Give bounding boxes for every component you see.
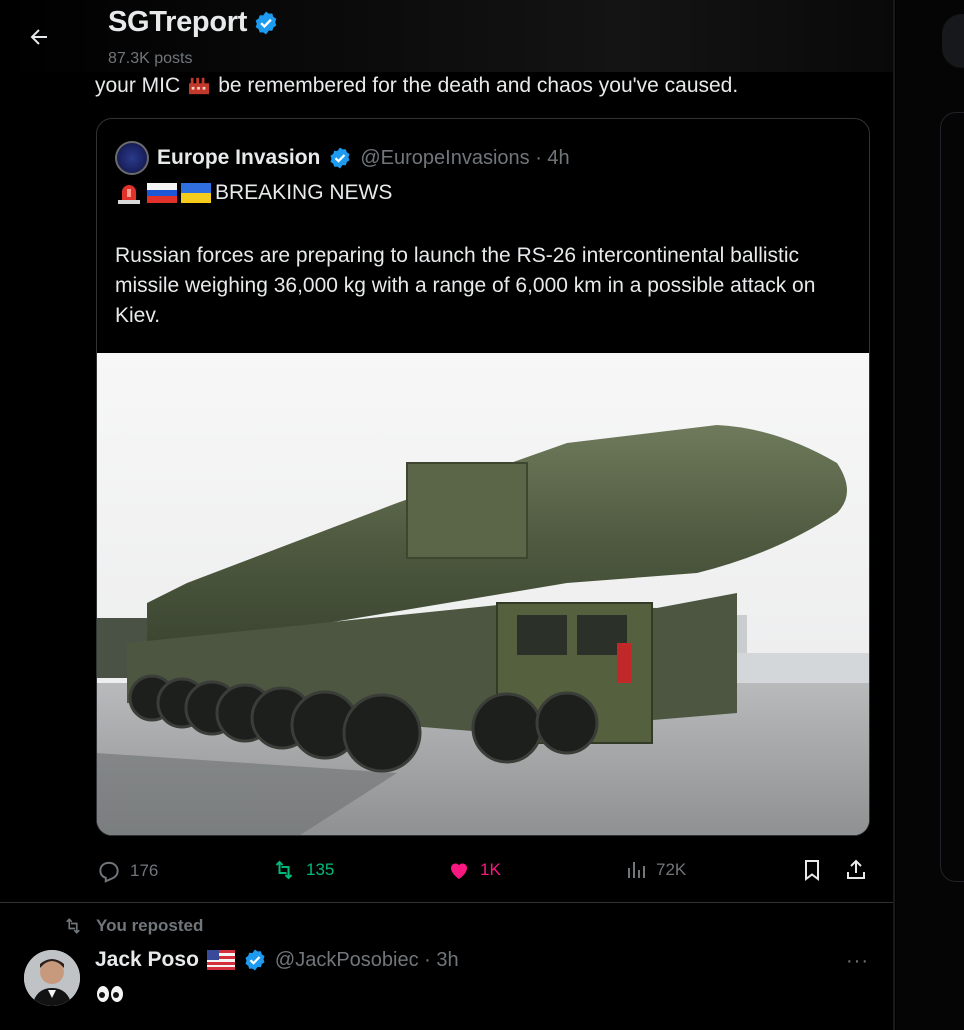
- reply-button[interactable]: 176: [96, 858, 158, 884]
- retweet-icon: [275, 860, 293, 880]
- profile-header: SGTreport 87.3K posts: [0, 0, 893, 72]
- quote-body-text: Russian forces are preparing to launch t…: [115, 244, 816, 327]
- quote-author-name[interactable]: Europe Invasion: [157, 146, 320, 170]
- bookmark-button[interactable]: [800, 858, 824, 882]
- arrow-left-icon: [30, 29, 47, 45]
- verified-badge-icon: [330, 147, 350, 169]
- reply-count: 176: [130, 861, 159, 880]
- back-button[interactable]: [24, 22, 54, 52]
- repost-author-name[interactable]: Jack Poso: [95, 948, 199, 972]
- heart-icon: [451, 863, 467, 879]
- post-divider: [0, 902, 893, 903]
- post-text-end: be remembered for the death and chaos yo…: [218, 74, 739, 97]
- russia-flag-icon: [147, 183, 177, 203]
- missile-launcher-image[interactable]: [97, 353, 869, 836]
- quoted-post[interactable]: Europe Invasion @EuropeInvasions · 4h BR…: [96, 118, 870, 836]
- siren-emoji-icon: [118, 185, 140, 204]
- search-pill[interactable]: [942, 14, 964, 68]
- reposted-indicator: You reposted: [62, 916, 203, 936]
- retweet-button[interactable]: 135: [270, 858, 334, 882]
- share-button[interactable]: [844, 858, 868, 882]
- repost-handle: @JackPosobiec · 3h: [274, 948, 459, 971]
- verified-badge-icon: [255, 11, 277, 34]
- column-divider: [893, 0, 895, 1030]
- more-options-button[interactable]: ···: [846, 950, 869, 973]
- factory-emoji-icon: [189, 77, 210, 95]
- post-text: your MIC be remembered for the death and…: [95, 74, 738, 98]
- profile-name: SGTreport: [108, 6, 248, 38]
- posts-count: 87.3K posts: [108, 50, 193, 67]
- retweet-count: 135: [306, 860, 335, 879]
- repost-author-avatar[interactable]: [24, 950, 80, 1006]
- ukraine-flag-icon: [181, 183, 211, 203]
- reposted-label: You reposted: [96, 916, 204, 935]
- us-flag-icon: [206, 950, 235, 970]
- verified-badge-icon: [245, 949, 265, 971]
- reply-icon: [99, 861, 119, 883]
- views-count: 72K: [656, 860, 687, 879]
- repost-body: [95, 984, 125, 1004]
- sidebar-card: [940, 112, 964, 882]
- quote-avatar[interactable]: [115, 141, 149, 175]
- post-text-start: your MIC: [95, 74, 181, 97]
- avatar-photo: [24, 950, 80, 1006]
- post-actions: 176 135 1K 72K: [96, 852, 876, 892]
- retweet-icon: [66, 918, 80, 934]
- breaking-line: BREAKING NEWS: [115, 181, 392, 205]
- views-bar-chart-icon: [628, 862, 645, 878]
- bookmark-icon: [805, 860, 819, 881]
- views-button[interactable]: 72K: [624, 858, 686, 882]
- like-count: 1K: [480, 860, 501, 879]
- share-icon: [847, 859, 865, 879]
- eyes-emoji-icon: [97, 986, 123, 1002]
- like-button[interactable]: 1K: [446, 858, 501, 882]
- breaking-news-label: BREAKING NEWS: [215, 181, 393, 204]
- quote-handle: @EuropeInvasions · 4h: [360, 146, 570, 169]
